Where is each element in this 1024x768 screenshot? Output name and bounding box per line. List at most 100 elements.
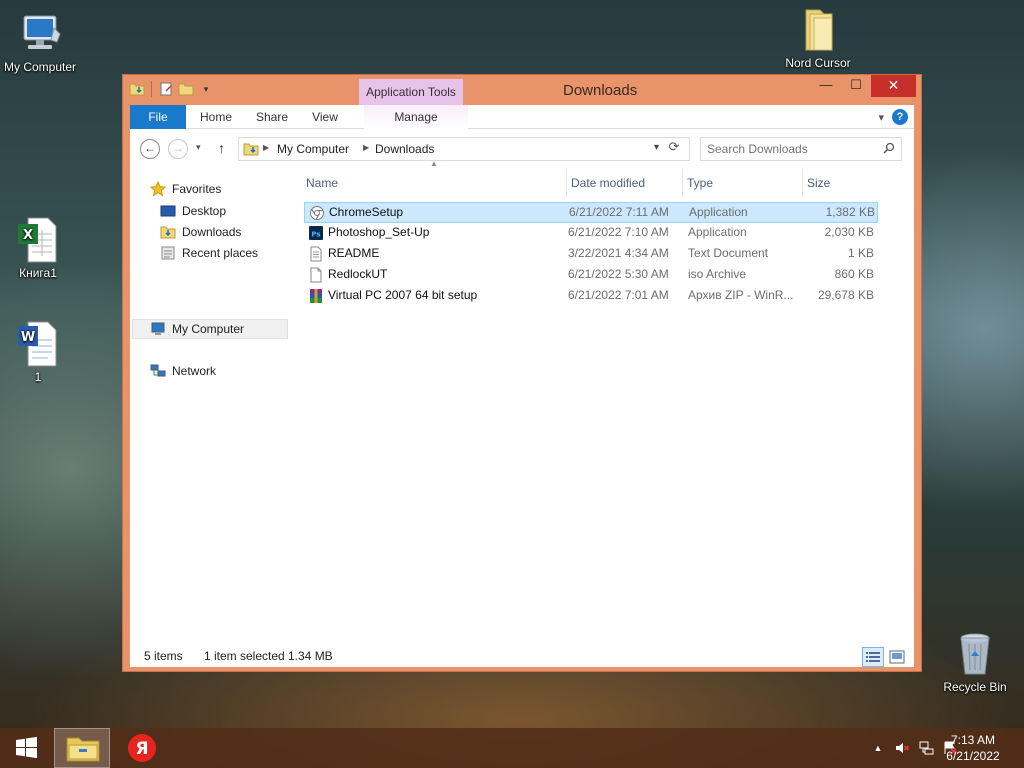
- file-size: 1 KB: [847, 246, 874, 260]
- taskbar-file-explorer[interactable]: [54, 728, 110, 768]
- status-size: 1.34 MB: [288, 649, 333, 663]
- start-button[interactable]: [6, 734, 46, 762]
- breadcrumb-my-computer[interactable]: My Computer: [277, 142, 349, 156]
- file-row[interactable]: README 3/22/2021 4:34 AM Text Document 1…: [304, 244, 878, 265]
- recent-places-icon: [160, 245, 176, 261]
- tab-manage[interactable]: Manage: [364, 105, 468, 129]
- nav-label: Desktop: [182, 204, 227, 218]
- svg-text:W: W: [21, 330, 35, 345]
- star-icon: [149, 180, 167, 197]
- taskbar-yandex-browser[interactable]: Я: [122, 732, 162, 764]
- volume-muted-icon[interactable]: [894, 740, 910, 756]
- file-type: iso Archive: [688, 267, 747, 281]
- tab-view[interactable]: View: [300, 105, 350, 129]
- address-bar[interactable]: ▶ My Computer ▶ Downloads ▾: [238, 137, 690, 161]
- file-row[interactable]: Virtual PC 2007 64 bit setup 6/21/2022 7…: [304, 286, 878, 307]
- back-button[interactable]: ←: [140, 139, 160, 159]
- tab-home[interactable]: Home: [188, 105, 244, 129]
- address-row: ← → ▾ ↑ ▶ My Computer ▶ Downloads ▾ ⟳: [130, 135, 914, 163]
- new-folder-icon[interactable]: [178, 81, 194, 97]
- large-icons-view-button[interactable]: [886, 647, 908, 667]
- network-status-icon[interactable]: [918, 740, 934, 756]
- column-header-size[interactable]: Size: [802, 169, 878, 197]
- breadcrumb-separator-icon[interactable]: ▶: [363, 143, 369, 152]
- show-hidden-icons-button[interactable]: ▲: [870, 740, 886, 756]
- search-icon[interactable]: [883, 142, 895, 154]
- blank-file-icon: [308, 267, 324, 283]
- winrar-archive-icon: [308, 288, 324, 304]
- column-label: Name: [306, 176, 339, 190]
- windows-logo-icon: [16, 736, 37, 759]
- text-document-icon: [308, 246, 324, 262]
- yandex-browser-icon: Я: [128, 734, 156, 762]
- help-icon[interactable]: ?: [892, 109, 908, 125]
- window-title: Downloads: [563, 82, 638, 99]
- column-header-type[interactable]: Type: [682, 169, 800, 197]
- tab-share[interactable]: Share: [246, 105, 298, 129]
- folder-downloads-icon[interactable]: [129, 81, 145, 97]
- tab-file[interactable]: File: [130, 105, 186, 129]
- computer-icon: [150, 321, 166, 337]
- desktop-icon-label: My Computer: [3, 60, 77, 74]
- large-icons-view-icon: [889, 650, 905, 664]
- desktop-icon-label: Recycle Bin: [943, 680, 1007, 694]
- nav-label: Network: [172, 364, 217, 378]
- desktop-icon-excel-book[interactable]: X Книга1: [0, 216, 80, 280]
- file-name: README: [328, 246, 380, 260]
- ribbon-controls: ▾ ?: [878, 109, 908, 125]
- desktop-icon-label: Книга1: [19, 266, 57, 280]
- file-row[interactable]: ChromeSetup 6/21/2022 7:11 AM Applicatio…: [304, 202, 878, 223]
- minimize-button[interactable]: —: [811, 75, 841, 97]
- search-box[interactable]: [700, 137, 902, 161]
- network-icon: [150, 363, 166, 379]
- nav-label: Recent places: [182, 246, 259, 260]
- file-size: 29,678 KB: [817, 288, 874, 302]
- file-date: 6/21/2022 7:01 AM: [568, 288, 669, 302]
- up-button[interactable]: ↑: [218, 140, 225, 156]
- file-date: 6/21/2022 5:30 AM: [568, 267, 669, 281]
- address-dropdown-icon[interactable]: ▾: [654, 142, 659, 153]
- quick-access-toolbar: ▾: [129, 81, 214, 97]
- desktop-icon-recycle-bin[interactable]: Recycle Bin: [933, 630, 1017, 694]
- folder-icon: [243, 142, 259, 156]
- recent-locations-dropdown-icon[interactable]: ▾: [196, 142, 201, 153]
- file-type: Application: [689, 205, 748, 219]
- maximize-button[interactable]: ☐: [841, 75, 871, 97]
- file-list: ▲ Name Date modified Type Size ChromeSet…: [304, 159, 908, 639]
- details-view-button[interactable]: [862, 647, 884, 667]
- file-date: 6/21/2022 7:10 AM: [568, 225, 669, 239]
- file-size: 2,030 KB: [824, 225, 874, 239]
- svg-text:X: X: [23, 228, 33, 243]
- column-header-date[interactable]: Date modified: [566, 169, 680, 197]
- nav-label: My Computer: [172, 322, 245, 336]
- details-view-icon: [866, 652, 880, 662]
- customize-dropdown-icon[interactable]: ▾: [198, 81, 214, 97]
- refresh-button[interactable]: ⟳: [662, 139, 686, 159]
- file-row[interactable]: Ps Photoshop_Set-Up 6/21/2022 7:10 AM Ap…: [304, 223, 878, 244]
- column-header-name[interactable]: ▲ Name: [306, 159, 560, 197]
- forward-button[interactable]: →: [168, 139, 188, 159]
- file-row[interactable]: RedlockUT 6/21/2022 5:30 AM iso Archive …: [304, 265, 878, 286]
- expand-ribbon-icon[interactable]: ▾: [878, 111, 884, 124]
- svg-text:Я: Я: [135, 739, 148, 759]
- status-selected: 1 item selected: [204, 649, 285, 663]
- close-button[interactable]: ✕: [871, 75, 916, 97]
- desktop-icon-nord-cursor[interactable]: Nord Cursor: [776, 6, 860, 70]
- taskbar-clock[interactable]: 7:13 AM 6/21/2022: [938, 732, 1008, 764]
- view-buttons: [862, 647, 908, 667]
- file-type: Application: [688, 225, 747, 239]
- computer-icon: [16, 10, 64, 58]
- nav-label: Downloads: [182, 225, 242, 239]
- desktop-icon-my-computer[interactable]: My Computer: [0, 10, 82, 74]
- window-client: File Home Share View Manage ▾ ? ← → ▾ ↑ …: [130, 105, 914, 667]
- desktop-icon-word-doc[interactable]: W 1: [0, 320, 80, 384]
- breadcrumb-separator-icon[interactable]: ▶: [263, 143, 269, 152]
- file-size: 860 KB: [834, 267, 874, 281]
- clock-date: 6/21/2022: [946, 749, 1000, 763]
- properties-icon[interactable]: [158, 81, 174, 97]
- breadcrumb-downloads[interactable]: Downloads: [375, 142, 434, 156]
- file-name: Photoshop_Set-Up: [328, 225, 430, 239]
- search-input[interactable]: [707, 139, 877, 159]
- title-bar[interactable]: ▾ Application Tools Downloads — ☐ ✕: [123, 75, 921, 109]
- nav-label: Favorites: [172, 182, 222, 196]
